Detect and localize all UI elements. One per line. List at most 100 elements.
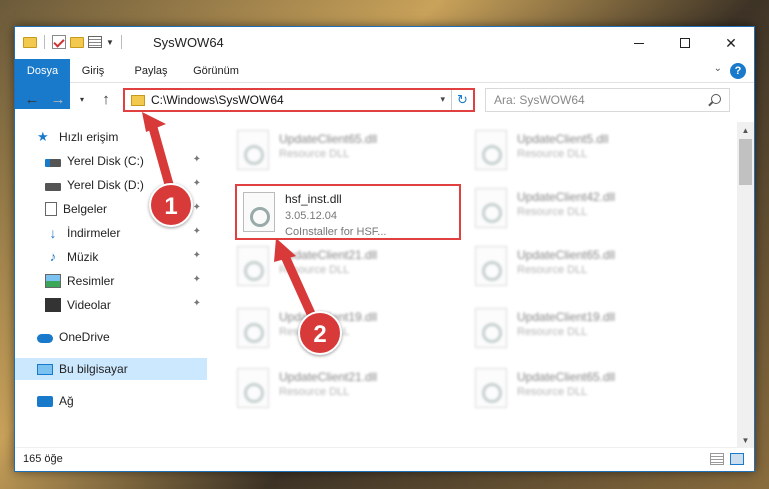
sidebar-item-pictures[interactable]: Resimler ✦ [15, 270, 207, 292]
sidebar-item-label: Yerel Disk (D:) [67, 178, 144, 192]
file-version: 3.05.12.04 [285, 210, 337, 222]
file-item[interactable]: UpdateClient42.dll Resource DLL [475, 188, 695, 238]
pin-icon[interactable]: ✦ [193, 202, 201, 213]
file-type: Resource DLL [279, 148, 350, 160]
sidebar-item-music[interactable]: ♪ Müzik ✦ [15, 246, 207, 268]
document-icon [45, 202, 57, 216]
file-item[interactable]: UpdateClient65.dll Resource DLL [475, 368, 695, 418]
sidebar-item-disk-c[interactable]: Yerel Disk (C:) ✦ [15, 150, 207, 172]
chevron-down-icon[interactable]: ⌄ [714, 63, 722, 74]
video-icon [45, 298, 61, 312]
sidebar-item-onedrive[interactable]: OneDrive [15, 326, 207, 348]
dll-file-icon [475, 188, 507, 228]
vertical-scrollbar[interactable]: ▲ ▼ [737, 122, 754, 449]
toolbar-divider [120, 35, 122, 49]
sidebar-item-this-pc[interactable]: Bu bilgisayar [15, 358, 207, 380]
file-name: UpdateClient21.dll [279, 248, 378, 262]
cloud-icon [37, 334, 53, 343]
back-button[interactable]: ← [23, 90, 41, 110]
folder-icon [23, 36, 37, 48]
folder-icon [131, 95, 145, 106]
close-button[interactable]: ✕ [708, 27, 754, 59]
maximize-icon [680, 38, 690, 48]
file-name: UpdateClient19.dll [517, 310, 616, 324]
address-bar[interactable]: C:\Windows\SysWOW64 ▾ ↻ [123, 88, 475, 112]
explorer-window: ▼ SysWOW64 ✕ Dosya Giriş Paylaş Görünüm … [14, 26, 755, 472]
sidebar-item-label: OneDrive [59, 330, 110, 344]
dll-file-icon [475, 308, 507, 348]
title-bar: ▼ SysWOW64 ✕ [15, 27, 754, 59]
pin-icon[interactable]: ✦ [193, 250, 201, 261]
search-icon[interactable] [711, 94, 721, 104]
properties-check-icon[interactable] [52, 35, 66, 49]
item-count: 165 öğe [23, 453, 63, 465]
customize-toolbar-icon[interactable]: ▼ [106, 38, 114, 47]
search-placeholder: Ara: SysWOW64 [494, 93, 585, 107]
sidebar-item-videos[interactable]: Videolar ✦ [15, 294, 207, 316]
recent-locations-button[interactable]: ▾ [73, 90, 91, 110]
details-view-icon[interactable] [710, 453, 724, 465]
file-name: UpdateClient21.dll [279, 370, 378, 384]
file-name: UpdateClient42.dll [517, 190, 616, 204]
file-item[interactable]: UpdateClient21.dll Resource DLL [237, 246, 457, 296]
help-icon[interactable]: ? [730, 63, 746, 79]
file-type: Resource DLL [279, 386, 350, 398]
tab-share[interactable]: Paylaş [127, 59, 175, 83]
refresh-button[interactable]: ↻ [451, 90, 473, 110]
file-type: Resource DLL [279, 264, 350, 276]
dll-file-icon [475, 246, 507, 286]
pin-icon[interactable]: ✦ [193, 298, 201, 309]
sidebar-item-network[interactable]: Ağ [15, 390, 207, 412]
dll-file-icon [475, 368, 507, 408]
file-name: UpdateClient65.dll [517, 370, 616, 384]
music-icon: ♪ [49, 249, 57, 264]
maximize-button[interactable] [662, 27, 708, 59]
tab-view[interactable]: Görünüm [185, 59, 247, 83]
file-item[interactable]: UpdateClient65.dll Resource DLL [475, 246, 695, 296]
file-item[interactable]: UpdateClient65.dll Resource DLL [237, 130, 457, 180]
file-item[interactable]: UpdateClient21.dll Resource DLL [237, 368, 457, 418]
scrollbar-thumb[interactable] [739, 139, 752, 185]
drive-icon [45, 158, 61, 167]
minimize-button[interactable] [616, 27, 662, 59]
dll-file-icon [237, 130, 269, 170]
pin-icon[interactable]: ✦ [193, 274, 201, 285]
forward-button[interactable]: → [49, 90, 67, 110]
computer-icon [37, 363, 53, 375]
pin-icon[interactable]: ✦ [193, 178, 201, 189]
scroll-up-icon[interactable]: ▲ [737, 122, 754, 139]
close-icon: ✕ [725, 34, 737, 51]
sidebar-item-label: Müzik [67, 250, 99, 264]
sidebar-item-label: Videolar [67, 298, 111, 312]
dll-file-icon [237, 368, 269, 408]
file-type: Resource DLL [517, 326, 588, 338]
tiles-view-icon[interactable] [730, 453, 744, 465]
search-input[interactable]: Ara: SysWOW64 [485, 88, 730, 112]
sidebar-item-label: İndirmeler [67, 226, 121, 240]
tab-home[interactable]: Giriş [73, 59, 113, 83]
dll-file-icon [237, 308, 269, 348]
drive-icon [45, 182, 61, 191]
file-type: Resource DLL [517, 148, 588, 160]
sidebar-item-label: Hızlı erişim [59, 130, 119, 144]
file-item[interactable]: UpdateClient5.dll Resource DLL [475, 130, 695, 180]
download-icon: ↓ [49, 225, 57, 241]
address-path[interactable]: C:\Windows\SysWOW64 [151, 93, 284, 107]
new-folder-icon[interactable] [70, 36, 84, 48]
sidebar-item-label: Belgeler [63, 202, 108, 216]
up-button[interactable]: ↑ [97, 90, 115, 110]
sidebar-item-label: Yerel Disk (C:) [67, 154, 144, 168]
file-item[interactable]: UpdateClient19.dll Resource DLL [475, 308, 695, 358]
pin-icon[interactable]: ✦ [193, 154, 201, 165]
file-name: UpdateClient5.dll [517, 132, 609, 146]
view-list-icon[interactable] [88, 36, 102, 48]
status-bar: 165 öğe [15, 447, 754, 471]
address-dropdown-icon[interactable]: ▾ [440, 94, 445, 105]
file-name: hsf_inst.dll [285, 192, 342, 206]
file-item[interactable]: UpdateClient19.dll Resource DLL [237, 308, 457, 358]
star-icon: ★ [37, 129, 49, 144]
quick-access-toolbar: ▼ [23, 35, 125, 49]
sidebar-item-quick-access[interactable]: ★ Hızlı erişim [15, 126, 207, 148]
file-item-selected[interactable]: hsf_inst.dll 3.05.12.04 CoInstaller for … [235, 184, 461, 240]
pin-icon[interactable]: ✦ [193, 226, 201, 237]
